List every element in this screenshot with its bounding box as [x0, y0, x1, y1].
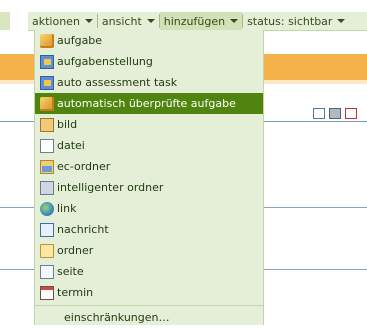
document-actions — [313, 108, 357, 119]
menu-separator — [35, 305, 263, 306]
smart-folder-icon — [40, 180, 54, 195]
actions-menu-label: aktionen — [32, 14, 80, 28]
state-menu-label: status: sichtbar — [247, 14, 333, 28]
menu-item-termin[interactable]: termin — [35, 282, 263, 303]
actions-menu-button[interactable]: aktionen — [28, 12, 97, 30]
news-icon — [40, 222, 54, 237]
content-actions-toolbar: aktionen ansicht hinzufügen status: sich… — [28, 12, 367, 31]
page-left-edge — [0, 12, 10, 30]
image-icon — [40, 117, 54, 132]
add-item-dropdown: aufgabe aufgabenstellung auto assessment… — [34, 30, 264, 325]
menu-item-datei[interactable]: datei — [35, 135, 263, 156]
calendar-icon — [40, 285, 54, 300]
menu-item-seite[interactable]: seite — [35, 261, 263, 282]
menu-item-label: datei — [57, 139, 85, 152]
menu-item-label: aufgabe — [57, 34, 103, 47]
add-menu-button[interactable]: hinzufügen — [159, 12, 243, 30]
menu-item-label: aufgabenstellung — [57, 55, 153, 68]
menu-item-label: bild — [57, 118, 78, 131]
menu-item-nachricht[interactable]: nachricht — [35, 219, 263, 240]
ec-folder-icon — [40, 159, 54, 174]
menu-item-label: nachricht — [57, 223, 109, 236]
send-mail-icon[interactable] — [313, 108, 325, 119]
cube-icon — [40, 33, 54, 48]
view-menu-button[interactable]: ansicht — [98, 12, 159, 30]
menu-item-aufgabe[interactable]: aufgabe — [35, 30, 263, 51]
menu-item-auto-assessment-task[interactable]: auto assessment task — [35, 72, 263, 93]
page-icon — [40, 264, 54, 279]
menu-item-ordner[interactable]: ordner — [35, 240, 263, 261]
menu-item-ec-ordner[interactable]: ec-ordner — [35, 156, 263, 177]
sitemap-icon[interactable] — [345, 108, 357, 119]
menu-item-label: ordner — [57, 244, 94, 257]
menu-item-label: ec-ordner — [57, 160, 111, 173]
menu-item-link[interactable]: link — [35, 198, 263, 219]
view-menu-label: ansicht — [101, 14, 142, 28]
chevron-down-icon — [146, 19, 155, 23]
menu-item-label: automatisch überprüfte aufgabe — [57, 97, 236, 110]
menu-item-label: termin — [57, 286, 94, 299]
chevron-down-icon — [337, 19, 346, 23]
folder-icon — [40, 243, 54, 258]
file-icon — [40, 138, 54, 153]
menu-item-label: link — [57, 202, 77, 215]
menu-item-label: intelligenter ordner — [57, 181, 164, 194]
menu-item-automatisch-ueberpruefte-aufgabe[interactable]: automatisch überprüfte aufgabe — [35, 93, 263, 114]
link-icon — [40, 201, 54, 216]
print-icon[interactable] — [329, 108, 341, 119]
chevron-down-icon — [84, 19, 93, 23]
cube-icon — [40, 96, 54, 111]
menu-item-bild[interactable]: bild — [35, 114, 263, 135]
chevron-down-icon — [230, 19, 239, 23]
menu-item-aufgabenstellung[interactable]: aufgabenstellung — [35, 51, 263, 72]
add-menu-label: hinzufügen — [163, 14, 226, 28]
menu-item-intelligenter-ordner[interactable]: intelligenter ordner — [35, 177, 263, 198]
menu-item-label: auto assessment task — [57, 76, 178, 89]
exercise-icon — [40, 75, 54, 90]
exercise-icon — [40, 54, 54, 69]
menu-item-label: seite — [57, 265, 84, 278]
state-menu-button[interactable]: status: sichtbar — [243, 12, 349, 30]
